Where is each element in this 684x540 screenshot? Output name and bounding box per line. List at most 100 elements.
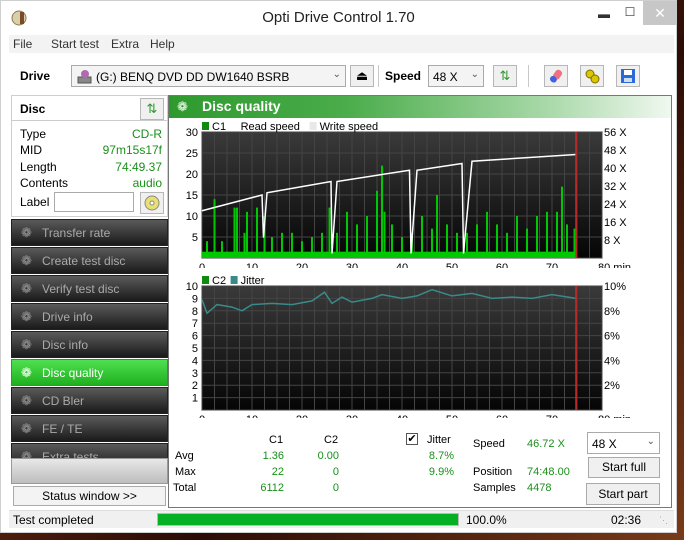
stats-max-label: Max	[175, 466, 196, 478]
nav-item-label: Transfer rate	[42, 226, 111, 240]
settings-icon	[585, 69, 600, 84]
x-tick-label: 30	[346, 414, 358, 418]
refresh-icon: ⇅	[146, 101, 158, 116]
disc-refresh-button[interactable]: ⇅	[140, 98, 164, 120]
stats-total-label: Total	[173, 482, 197, 494]
nav-item-transfer-rate[interactable]: ❁ Transfer rate	[11, 219, 168, 246]
x-tick-label: 40	[396, 414, 408, 418]
stats-total-c2: 0	[332, 482, 339, 494]
drive-select-value: (G:) BENQ DVD DD DW1640 BSRB	[96, 70, 290, 84]
legend-label: C2	[212, 275, 226, 287]
stats-col-c2: C2	[324, 434, 339, 446]
left-panel: Disc ⇅ Type CD-R MID 97m15s17f Length 74…	[11, 95, 168, 510]
samples-label: Samples	[473, 482, 516, 494]
disc-value: audio	[132, 176, 162, 190]
refresh-button[interactable]: ⇅	[493, 65, 517, 87]
c1-baseline	[202, 251, 576, 258]
close-button[interactable]: ✕	[643, 1, 677, 25]
c1-bar	[436, 195, 438, 258]
stats-avg-label: Avg	[175, 450, 194, 462]
stats-avg-c1: 1.36	[262, 450, 284, 462]
disc-tool-icon: ❁	[21, 309, 32, 324]
main-header: ❁ Disc quality	[169, 96, 671, 118]
test-speed-value: 48 X	[592, 437, 617, 451]
y-tick-label: 15	[186, 190, 198, 202]
label-key: Label	[20, 195, 50, 209]
status-window-button[interactable]: Status window >>	[13, 486, 166, 506]
nav-item-label: Disc info	[42, 338, 89, 352]
stats-max-c2: 0	[332, 466, 339, 478]
y-tick-label: 10	[186, 211, 198, 223]
c1-bar	[346, 211, 348, 258]
menu-file[interactable]: File	[13, 37, 32, 51]
erase-button[interactable]	[544, 65, 568, 87]
nav-item-disc-quality[interactable]: ❁ Disc quality	[11, 359, 168, 386]
y-tick-label: 1	[192, 393, 198, 405]
c1-bar	[486, 211, 488, 258]
save-button[interactable]	[616, 65, 640, 87]
progress-text: 100.0%	[466, 513, 507, 527]
y2-tick-label: 24 X	[604, 199, 627, 211]
menu-start-test[interactable]: Start test	[51, 37, 99, 51]
y-tick-label: 7	[192, 318, 198, 330]
y-tick-label: 2	[192, 380, 198, 392]
minimize-button[interactable]: ▬	[591, 7, 617, 31]
chevron-down-icon: ⌄	[470, 69, 479, 80]
label-input[interactable]	[54, 192, 134, 212]
speed-select[interactable]: 48 X ⌄	[428, 65, 484, 87]
y2-tick-label: 4%	[604, 355, 620, 367]
y-tick-label: 10	[186, 281, 198, 293]
disc-label-button[interactable]	[140, 192, 164, 214]
settings-button[interactable]	[580, 65, 604, 87]
jitter-checkbox[interactable]: ✔	[406, 433, 418, 445]
y-tick-label: 4	[192, 355, 198, 367]
y-tick-label: 25	[186, 148, 198, 160]
nav-item-label: Verify test disc	[42, 282, 120, 296]
c1-bar	[546, 211, 548, 258]
nav-item-drive-info[interactable]: ❁ Drive info	[11, 303, 168, 330]
nav-item-label: Create test disc	[42, 254, 126, 268]
main-panel: ❁ Disc quality C1 Read speed Write speed 0 1…	[168, 95, 672, 508]
nav-item-fe-te[interactable]: ❁ FE / TE	[11, 415, 168, 442]
legend-swatch	[202, 122, 209, 130]
status-bar: Test completed 100.0% 02:36 ⋱	[9, 510, 674, 528]
c1-bar	[383, 211, 386, 258]
legend-swatch	[230, 276, 238, 284]
x-tick-label: 0	[199, 414, 205, 418]
disc-row-length: Length 74:49.37	[20, 160, 162, 176]
resize-grip-icon[interactable]: ⋱	[659, 515, 668, 526]
jitter-chart: C2Jitter01020304050607080 min12345678910…	[186, 275, 631, 418]
drive-select[interactable]: (G:) BENQ DVD DD DW1640 BSRB ⌄	[71, 65, 346, 87]
c1-bar	[376, 190, 378, 258]
eject-button[interactable]: ⏏	[350, 65, 374, 87]
maximize-button[interactable]: ☐	[617, 5, 643, 29]
speed-select-value: 48 X	[433, 70, 458, 84]
disc-value: CD-R	[132, 127, 162, 141]
nav-filler	[11, 458, 168, 484]
disc-tool-icon: ❁	[21, 421, 32, 436]
disc-icon	[144, 195, 160, 211]
nav-item-cd-bler[interactable]: ❁ CD Bler	[11, 387, 168, 414]
menu-help[interactable]: Help	[150, 37, 175, 51]
menu-extra[interactable]: Extra	[111, 37, 139, 51]
y-tick-label: 6	[192, 331, 198, 343]
toolbar-separator	[528, 65, 529, 87]
drive-icon	[77, 70, 92, 84]
y2-tick-label: 8%	[604, 306, 620, 318]
start-part-button[interactable]: Start part	[586, 483, 660, 505]
test-speed-select[interactable]: 48 X ⌄	[587, 432, 660, 454]
disc-key: Length	[20, 160, 57, 174]
legend-swatch	[202, 276, 209, 284]
disc-key: Type	[20, 127, 47, 141]
save-icon	[621, 69, 635, 83]
y-tick-label: 20	[186, 169, 198, 181]
nav-item-label: Drive info	[42, 310, 93, 324]
eject-icon: ⏏	[355, 68, 369, 83]
nav-item-disc-info[interactable]: ❁ Disc info	[11, 331, 168, 358]
stats-col-c1: C1	[269, 434, 284, 446]
nav-item-verify-test-disc[interactable]: ❁ Verify test disc	[11, 275, 168, 302]
speed-label: Speed	[385, 69, 422, 83]
nav-item-create-test-disc[interactable]: ❁ Create test disc	[11, 247, 168, 274]
chevron-down-icon: ⌄	[646, 436, 655, 447]
start-full-button[interactable]: Start full	[588, 457, 660, 478]
